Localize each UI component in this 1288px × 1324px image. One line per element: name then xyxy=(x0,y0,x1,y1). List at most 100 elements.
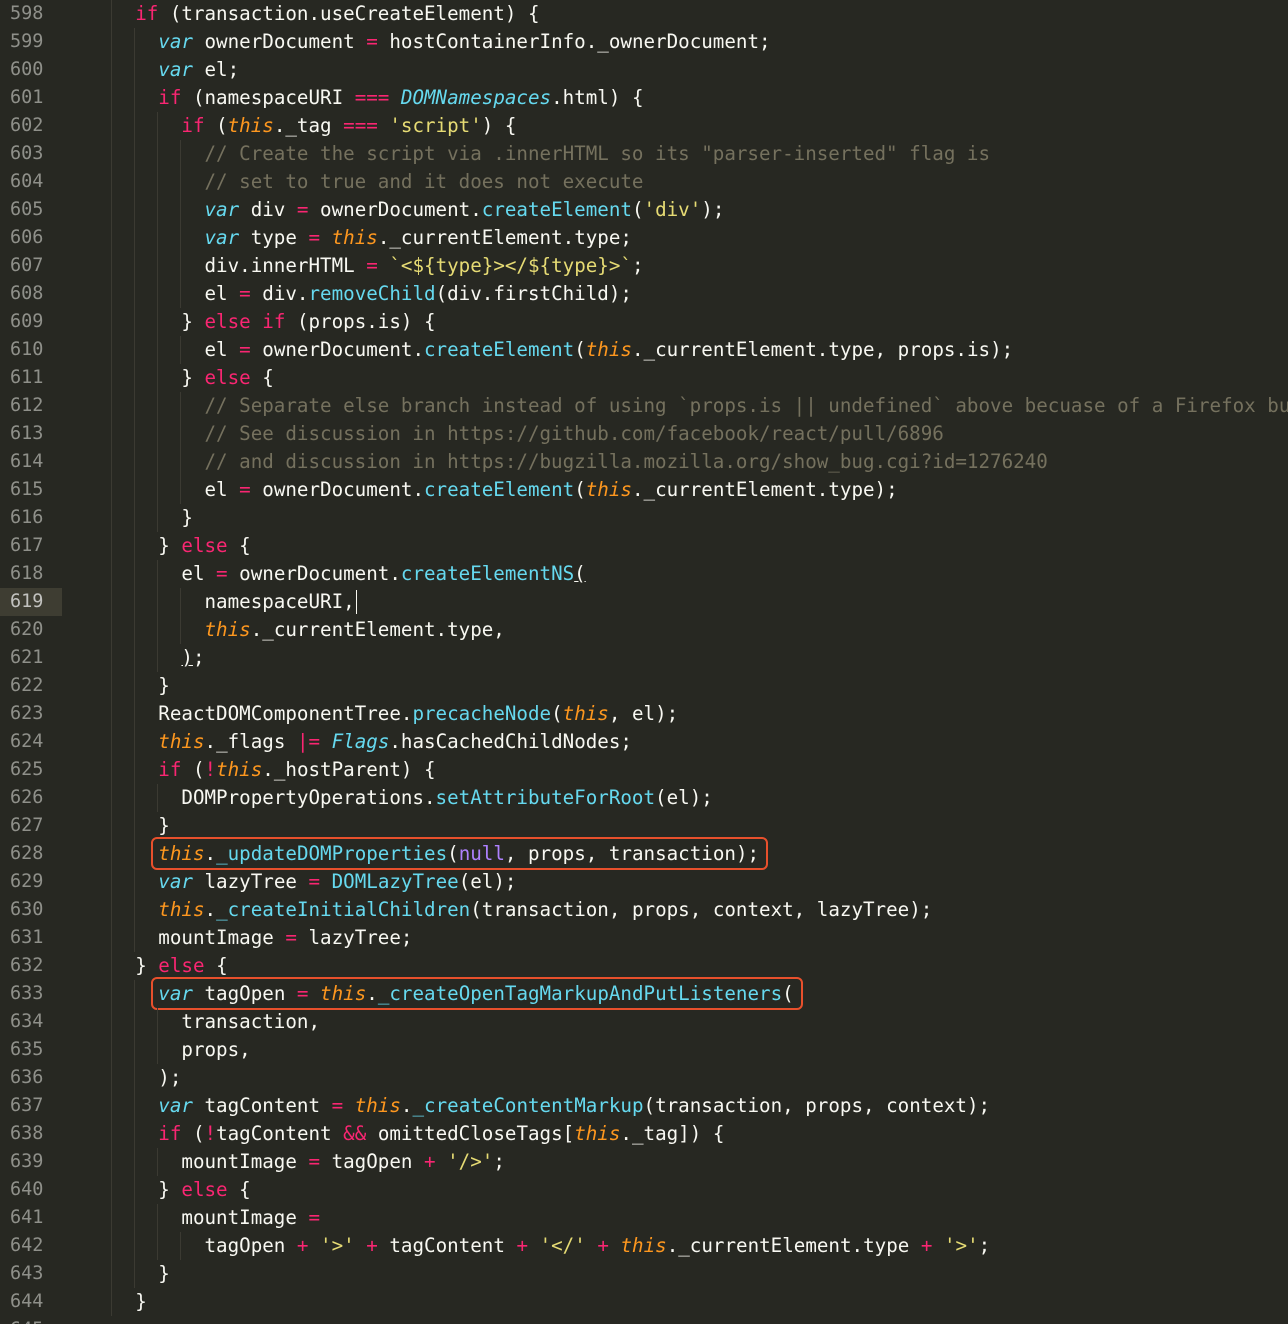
token: else xyxy=(181,534,228,557)
code-line[interactable]: } else { xyxy=(0,532,1288,560)
code-line[interactable]: var ownerDocument = hostContainerInfo._o… xyxy=(0,28,1288,56)
code-line[interactable]: // and discussion in https://bugzilla.mo… xyxy=(0,448,1288,476)
code-line[interactable]: var type = this._currentElement.type; xyxy=(0,224,1288,252)
indent-guide xyxy=(111,392,113,420)
token: tagOpen xyxy=(204,1234,297,1257)
code-line[interactable]: div.innerHTML = `<${type}></${type}>`; xyxy=(0,252,1288,280)
code-line[interactable]: this._updateDOMProperties(null, props, t… xyxy=(0,837,1288,870)
token: var xyxy=(158,1094,193,1117)
token: = xyxy=(239,478,251,501)
code-line[interactable]: mountImage = tagOpen + '/>'; xyxy=(0,1148,1288,1176)
code-line[interactable]: if (!tagContent && omittedCloseTags[this… xyxy=(0,1120,1288,1148)
code-line[interactable]: var el; xyxy=(0,56,1288,84)
token: else xyxy=(181,1178,228,1201)
code-line[interactable]: if (namespaceURI === DOMNamespaces.html)… xyxy=(0,84,1288,112)
indent-guide xyxy=(134,1204,136,1232)
token: = xyxy=(308,1150,321,1173)
code-text: el = ownerDocument.createElement(this._c… xyxy=(205,476,898,504)
code-line[interactable]: mountImage = xyxy=(0,1204,1288,1232)
code-line[interactable]: var div = ownerDocument.createElement('d… xyxy=(0,196,1288,224)
code-text: var lazyTree = DOMLazyTree(el); xyxy=(158,868,516,896)
code-text: mountImage = tagOpen + '/>'; xyxy=(181,1148,505,1176)
code-line[interactable]: } xyxy=(0,812,1288,840)
code-line[interactable]: } xyxy=(0,672,1288,700)
code-area[interactable]: if (transaction.useCreateElement) {var o… xyxy=(0,0,1288,1324)
indent-guide xyxy=(111,1176,113,1204)
token: tagContent xyxy=(377,1234,517,1257)
code-line[interactable]: } xyxy=(0,1288,1288,1316)
indent-guide xyxy=(134,840,136,868)
code-line[interactable]: if (!this._hostParent) { xyxy=(0,756,1288,784)
code-line[interactable]: // See discussion in https://github.com/… xyxy=(0,420,1288,448)
code-line[interactable]: // Create the script via .innerHTML so i… xyxy=(0,140,1288,168)
indent-guide xyxy=(134,1036,136,1064)
token: ._flags xyxy=(204,730,297,753)
indent-guide xyxy=(111,84,113,112)
code-line[interactable]: DOMPropertyOperations.setAttributeForRoo… xyxy=(0,784,1288,812)
token: { xyxy=(227,534,251,557)
code-line[interactable]: } else { xyxy=(0,952,1288,980)
token: + xyxy=(920,1234,933,1257)
code-line[interactable]: mountImage = lazyTree; xyxy=(0,924,1288,952)
token: { xyxy=(250,366,274,389)
token: transaction, xyxy=(181,1010,321,1033)
code-line[interactable]: // set to true and it does not execute xyxy=(0,168,1288,196)
token: ! xyxy=(204,758,217,781)
code-line[interactable]: ); xyxy=(0,1064,1288,1092)
code-line[interactable]: } else if (props.is) { xyxy=(0,308,1288,336)
code-line[interactable]: el = div.removeChild(div.firstChild); xyxy=(0,280,1288,308)
indent-guide xyxy=(111,476,113,504)
token: 'div' xyxy=(643,198,702,221)
indent-guide xyxy=(134,308,136,336)
token: (div.firstChild); xyxy=(435,282,632,305)
indent-guide xyxy=(111,1232,113,1260)
code-line[interactable]: this._createInitialChildren(transaction,… xyxy=(0,896,1288,924)
code-line[interactable] xyxy=(0,1316,1288,1324)
token: } xyxy=(181,310,205,333)
code-line[interactable]: transaction, xyxy=(0,1008,1288,1036)
indent-guide xyxy=(134,980,136,1008)
indent-guide xyxy=(111,196,113,224)
code-editor[interactable]: 598 599 600 601 602 603 604 605 606 607 608 609 610 6… xyxy=(0,0,1288,1324)
indent-guide xyxy=(157,560,159,588)
code-line[interactable]: } else { xyxy=(0,364,1288,392)
code-line[interactable]: ReactDOMComponentTree.precacheNode(this,… xyxy=(0,700,1288,728)
indent-guide xyxy=(180,588,182,616)
token: } xyxy=(181,366,205,389)
token: . xyxy=(204,898,217,921)
code-line[interactable]: this._flags |= Flags.hasCachedChildNodes… xyxy=(0,728,1288,756)
indent-guide xyxy=(134,1232,136,1260)
code-line[interactable]: // Separate else branch instead of using… xyxy=(0,392,1288,420)
code-line[interactable]: var lazyTree = DOMLazyTree(el); xyxy=(0,868,1288,896)
indent-guide xyxy=(157,224,159,252)
token: `<${type}></${type}>` xyxy=(389,254,632,277)
code-line[interactable]: var tagOpen = this._createOpenTagMarkupA… xyxy=(0,977,1288,1010)
code-line[interactable]: namespaceURI, xyxy=(0,588,1288,616)
code-line[interactable]: props, xyxy=(0,1036,1288,1064)
indent-guide xyxy=(157,308,159,336)
token: this xyxy=(227,114,274,137)
token: (transaction, props, context); xyxy=(643,1094,991,1117)
code-line[interactable]: tagOpen + '>' + tagContent + '</' + this… xyxy=(0,1232,1288,1260)
code-line[interactable]: el = ownerDocument.createElementNS( xyxy=(0,560,1288,588)
code-line[interactable]: } xyxy=(0,1260,1288,1288)
code-text: mountImage = lazyTree; xyxy=(158,924,412,952)
code-line[interactable]: ); xyxy=(0,644,1288,672)
code-line[interactable]: } else { xyxy=(0,1176,1288,1204)
code-line[interactable]: el = ownerDocument.createElement(this._c… xyxy=(0,476,1288,504)
code-line[interactable]: el = ownerDocument.createElement(this._c… xyxy=(0,336,1288,364)
code-line[interactable]: } xyxy=(0,504,1288,532)
code-line[interactable]: this._currentElement.type, xyxy=(0,616,1288,644)
indent-guide xyxy=(134,1120,136,1148)
token: '</' xyxy=(539,1234,586,1257)
code-line[interactable]: var tagContent = this._createContentMark… xyxy=(0,1092,1288,1120)
indent-guide xyxy=(111,980,113,1008)
token: mountImage xyxy=(181,1150,309,1173)
indent-guide xyxy=(134,336,136,364)
code-line[interactable]: if (transaction.useCreateElement) { xyxy=(0,0,1288,28)
token: ._hostParent) { xyxy=(262,758,436,781)
code-line[interactable]: if (this._tag === 'script') { xyxy=(0,112,1288,140)
code-text: // set to true and it does not execute xyxy=(205,168,644,196)
token: this xyxy=(158,898,205,921)
code-text: // Separate else branch instead of using… xyxy=(205,392,1288,420)
